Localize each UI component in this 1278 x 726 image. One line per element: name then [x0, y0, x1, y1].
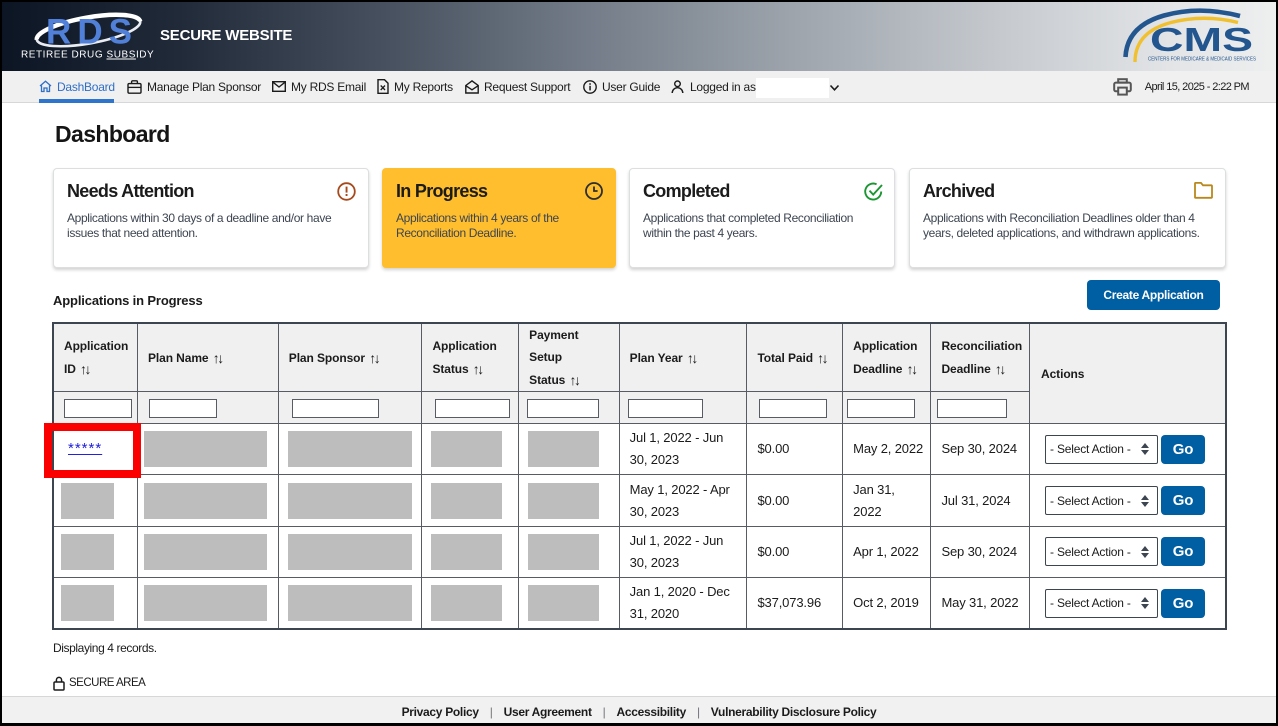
svg-text:RETIREE DRUG SUBSIDY: RETIREE DRUG SUBSIDY: [21, 50, 154, 61]
svg-text:CMS: CMS: [1150, 21, 1253, 58]
svg-text:RDS: RDS: [46, 13, 132, 52]
svg-text:CENTERS FOR MEDICARE & MEDICAI: CENTERS FOR MEDICARE & MEDICAID SERVICES: [1148, 57, 1256, 63]
